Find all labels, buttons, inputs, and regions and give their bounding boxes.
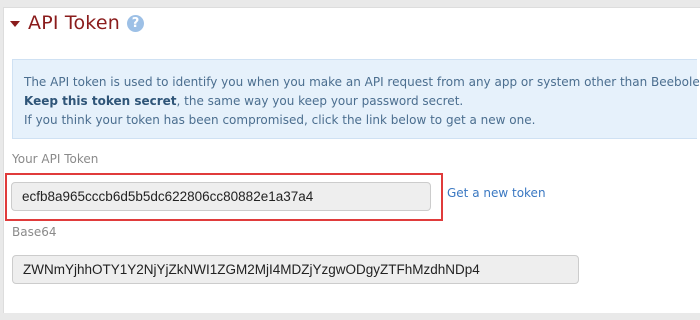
info-secret-bold: Keep this token secret: [24, 94, 177, 108]
api-token-label: Your API Token: [12, 152, 99, 166]
api-token-field[interactable]: [11, 182, 431, 211]
info-line-1: The API token is used to identify you wh…: [24, 75, 700, 89]
info-line-3: If you think your token has been comprom…: [24, 113, 536, 127]
caret-down-icon[interactable]: [10, 21, 20, 27]
info-secret-rest: , the same way you keep your password se…: [176, 94, 464, 108]
base64-label: Base64: [12, 225, 57, 239]
base64-field[interactable]: [12, 255, 579, 284]
question-circle-icon[interactable]: ?: [126, 14, 144, 32]
section-title: API Token: [28, 12, 120, 34]
section-header[interactable]: API Token ?: [10, 8, 144, 38]
page: API Token ? The API token is used to ide…: [0, 0, 700, 320]
info-box: The API token is used to identify you wh…: [12, 59, 700, 139]
get-new-token-link[interactable]: Get a new token: [447, 186, 546, 200]
info-line-2: Keep this token secret, the same way you…: [24, 92, 697, 111]
